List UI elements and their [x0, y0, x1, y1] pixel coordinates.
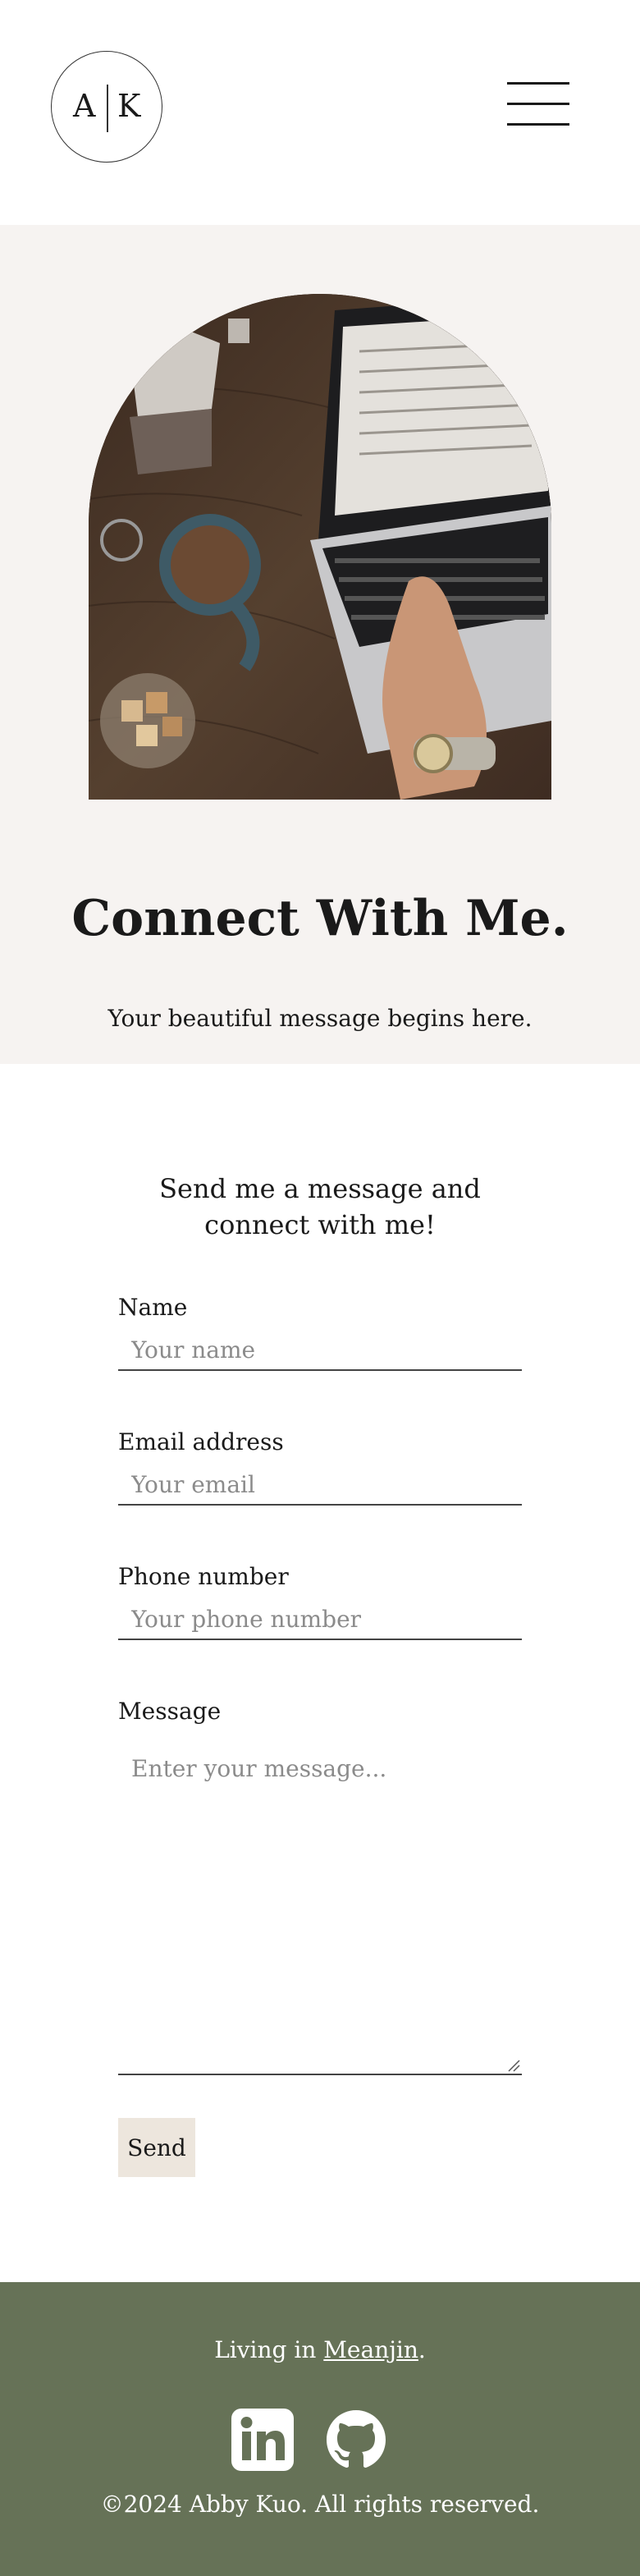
menu-line: [507, 103, 569, 105]
hero-image: [89, 294, 551, 800]
logo-divider: [107, 85, 108, 132]
site-footer: Living in Meanjin. ©2024 Abby Kuo. All r…: [0, 2282, 640, 2576]
email-field[interactable]: [118, 1464, 522, 1506]
location-suffix: .: [418, 2336, 426, 2363]
logo-letter-right: K: [117, 88, 141, 124]
name-field[interactable]: [118, 1330, 522, 1371]
page-title: Connect With Me.: [71, 890, 569, 947]
logo-letter-left: A: [73, 88, 96, 124]
laptop-desk-photo: [89, 294, 551, 800]
send-button[interactable]: Send: [118, 2118, 195, 2177]
form-intro: Send me a message and connect with me!: [159, 1173, 481, 1240]
contact-form: Send me a message and connect with me! N…: [0, 1064, 640, 2282]
hero-section: Connect With Me. Your beautiful message …: [0, 225, 640, 1064]
resize-grip-icon[interactable]: [507, 2059, 520, 2072]
menu-line: [507, 123, 569, 126]
hamburger-menu-icon[interactable]: [507, 82, 569, 128]
email-label: Email address: [118, 1428, 284, 1455]
phone-field[interactable]: [118, 1599, 522, 1640]
location-prefix: Living in: [214, 2336, 324, 2363]
logo[interactable]: A K: [51, 51, 162, 163]
phone-label: Phone number: [118, 1563, 289, 1590]
menu-line: [507, 82, 569, 85]
linkedin-icon[interactable]: [231, 2409, 294, 2471]
hero-subtitle: Your beautiful message begins here.: [107, 1005, 533, 1032]
copyright-text: ©2024 Abby Kuo. All rights reserved.: [100, 2491, 540, 2518]
location-text: Living in Meanjin.: [0, 2336, 640, 2363]
github-icon[interactable]: [325, 2409, 387, 2471]
location-link[interactable]: Meanjin: [323, 2336, 418, 2363]
message-label: Message: [118, 1698, 222, 1725]
site-header: A K: [0, 0, 640, 225]
message-field[interactable]: [118, 1737, 522, 2075]
name-label: Name: [118, 1294, 188, 1321]
